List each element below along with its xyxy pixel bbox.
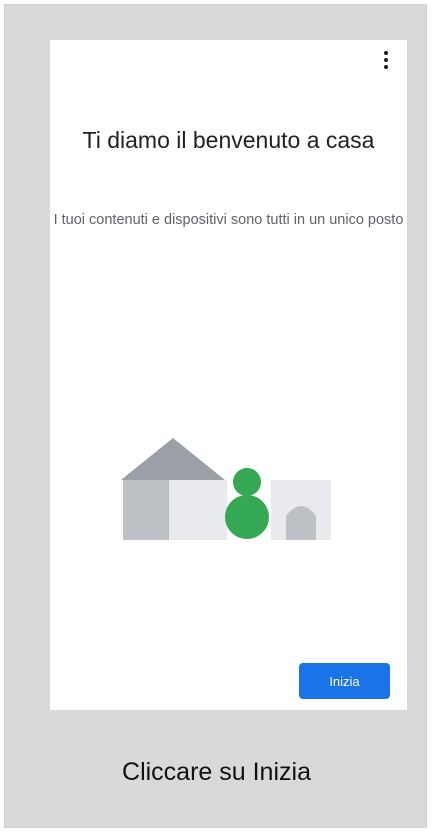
home-illustration (121, 438, 331, 540)
instruction-card: Ti diamo il benvenuto a casa I tuoi cont… (4, 4, 427, 828)
arch-door (286, 506, 316, 540)
person-head (233, 468, 261, 496)
more-vert-icon[interactable] (379, 48, 393, 72)
person-body (225, 495, 269, 539)
welcome-subtitle: I tuoi contenuti e dispositivi sono tutt… (53, 212, 404, 228)
house-roof (121, 438, 225, 480)
house-wall-left (123, 480, 169, 540)
phone-screen: Ti diamo il benvenuto a casa I tuoi cont… (50, 40, 407, 710)
house-wall-right (169, 480, 227, 540)
instruction-caption: Cliccare su Inizia (122, 758, 311, 786)
start-button[interactable]: Inizia (299, 663, 390, 699)
welcome-title: Ti diamo il benvenuto a casa (82, 127, 375, 153)
